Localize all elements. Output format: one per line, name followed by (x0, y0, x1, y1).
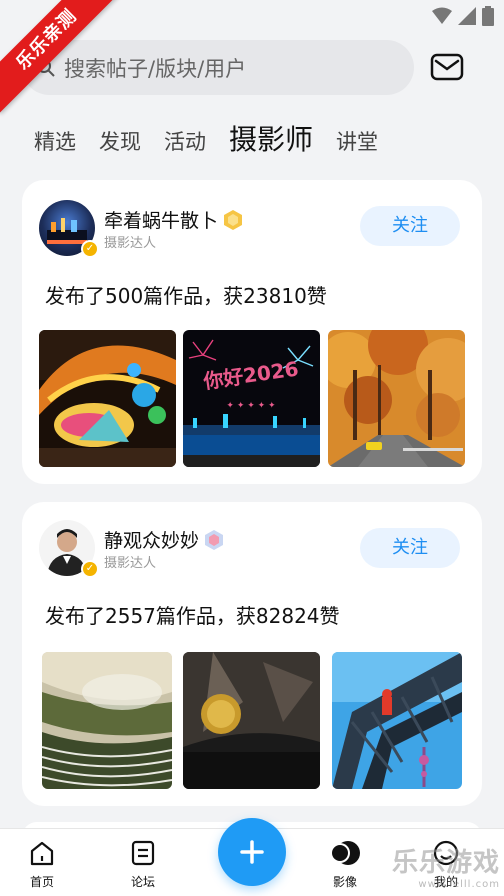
autumn-road-image (328, 330, 465, 467)
photographer-card[interactable]: ✓ 牵着蜗牛散卜 摄影达人 关注 发布了500篇作品，获23810赞 你好202… (22, 180, 482, 484)
verified-badge-icon: ✓ (81, 240, 99, 258)
status-icons (432, 6, 494, 26)
lantern-festival-image (39, 330, 176, 467)
coin-still-life-image (183, 652, 320, 789)
tab-discover[interactable]: 发现 (99, 126, 141, 156)
user-role: 摄影达人 (104, 556, 157, 571)
tower-worker-image (332, 652, 462, 789)
site-watermark: 乐乐游戏 www.lelll.com (392, 842, 500, 890)
photographer-card[interactable]: ✓ 静观众妙妙 摄影达人 关注 发布了2557篇作品，获82824赞 (22, 502, 482, 806)
username[interactable]: 牵着蜗牛散卜 (104, 206, 244, 233)
category-tabs: 精选 发现 活动 摄影师 讲堂 (34, 118, 401, 158)
home-icon (30, 841, 54, 866)
nav-home[interactable]: 首页 (12, 839, 72, 890)
follow-button[interactable]: 关注 (360, 528, 460, 568)
post-summary: 发布了500篇作品，获23810赞 (45, 284, 327, 308)
photo-thumbnail[interactable] (332, 652, 462, 789)
rice-terraces-image (42, 652, 172, 789)
tab-featured[interactable]: 精选 (34, 126, 76, 156)
watermark-main: 乐乐游戏 (391, 848, 500, 878)
nav-forum[interactable]: 论坛 (113, 839, 173, 890)
mail-icon (430, 53, 464, 81)
avatar[interactable]: ✓ (39, 200, 99, 258)
battery-icon (482, 6, 494, 26)
photo-thumbnail[interactable] (328, 330, 465, 467)
nav-home-label: 首页 (29, 875, 54, 889)
tab-photographers[interactable]: 摄影师 (229, 118, 313, 158)
post-summary: 发布了2557篇作品，获82824赞 (45, 604, 340, 628)
search-bar[interactable]: 搜索帖子/版块/用户 (22, 40, 414, 95)
tab-lecture[interactable]: 讲堂 (336, 126, 378, 156)
signal-icon (458, 7, 476, 25)
search-placeholder: 搜索帖子/版块/用户 (64, 56, 247, 81)
message-button[interactable] (430, 53, 464, 85)
medal-icon (224, 210, 243, 230)
follow-button[interactable]: 关注 (360, 206, 460, 246)
photo-thumbnail[interactable] (183, 652, 320, 789)
user-role: 摄影达人 (104, 236, 157, 251)
avatar[interactable]: ✓ (39, 520, 99, 578)
medal-icon (205, 530, 224, 550)
photo-thumbnail[interactable] (39, 330, 176, 467)
wifi-icon (432, 7, 452, 24)
verified-badge-icon: ✓ (81, 560, 99, 578)
image-icon (330, 841, 360, 865)
username-text: 静观众妙妙 (104, 530, 200, 552)
photo-thumbnail[interactable]: 你好2026 ✦ ✦ ✦ ✦ ✦ (183, 330, 320, 467)
tab-events[interactable]: 活动 (164, 126, 206, 156)
svg-text:✦ ✦ ✦ ✦ ✦: ✦ ✦ ✦ ✦ ✦ (226, 401, 276, 411)
nav-image[interactable]: 影像 (315, 839, 375, 890)
nav-image-label: 影像 (332, 875, 357, 889)
photo-thumbnail[interactable] (42, 652, 172, 789)
create-post-button[interactable] (218, 818, 286, 886)
nav-forum-label: 论坛 (130, 875, 155, 889)
plus-icon (240, 840, 264, 864)
forum-icon (131, 840, 155, 866)
username-text: 牵着蜗牛散卜 (104, 210, 219, 232)
fireworks-image: 你好2026 ✦ ✦ ✦ ✦ ✦ (183, 330, 320, 467)
username[interactable]: 静观众妙妙 (104, 526, 225, 553)
watermark-sub: www.lelll.com (418, 879, 500, 890)
